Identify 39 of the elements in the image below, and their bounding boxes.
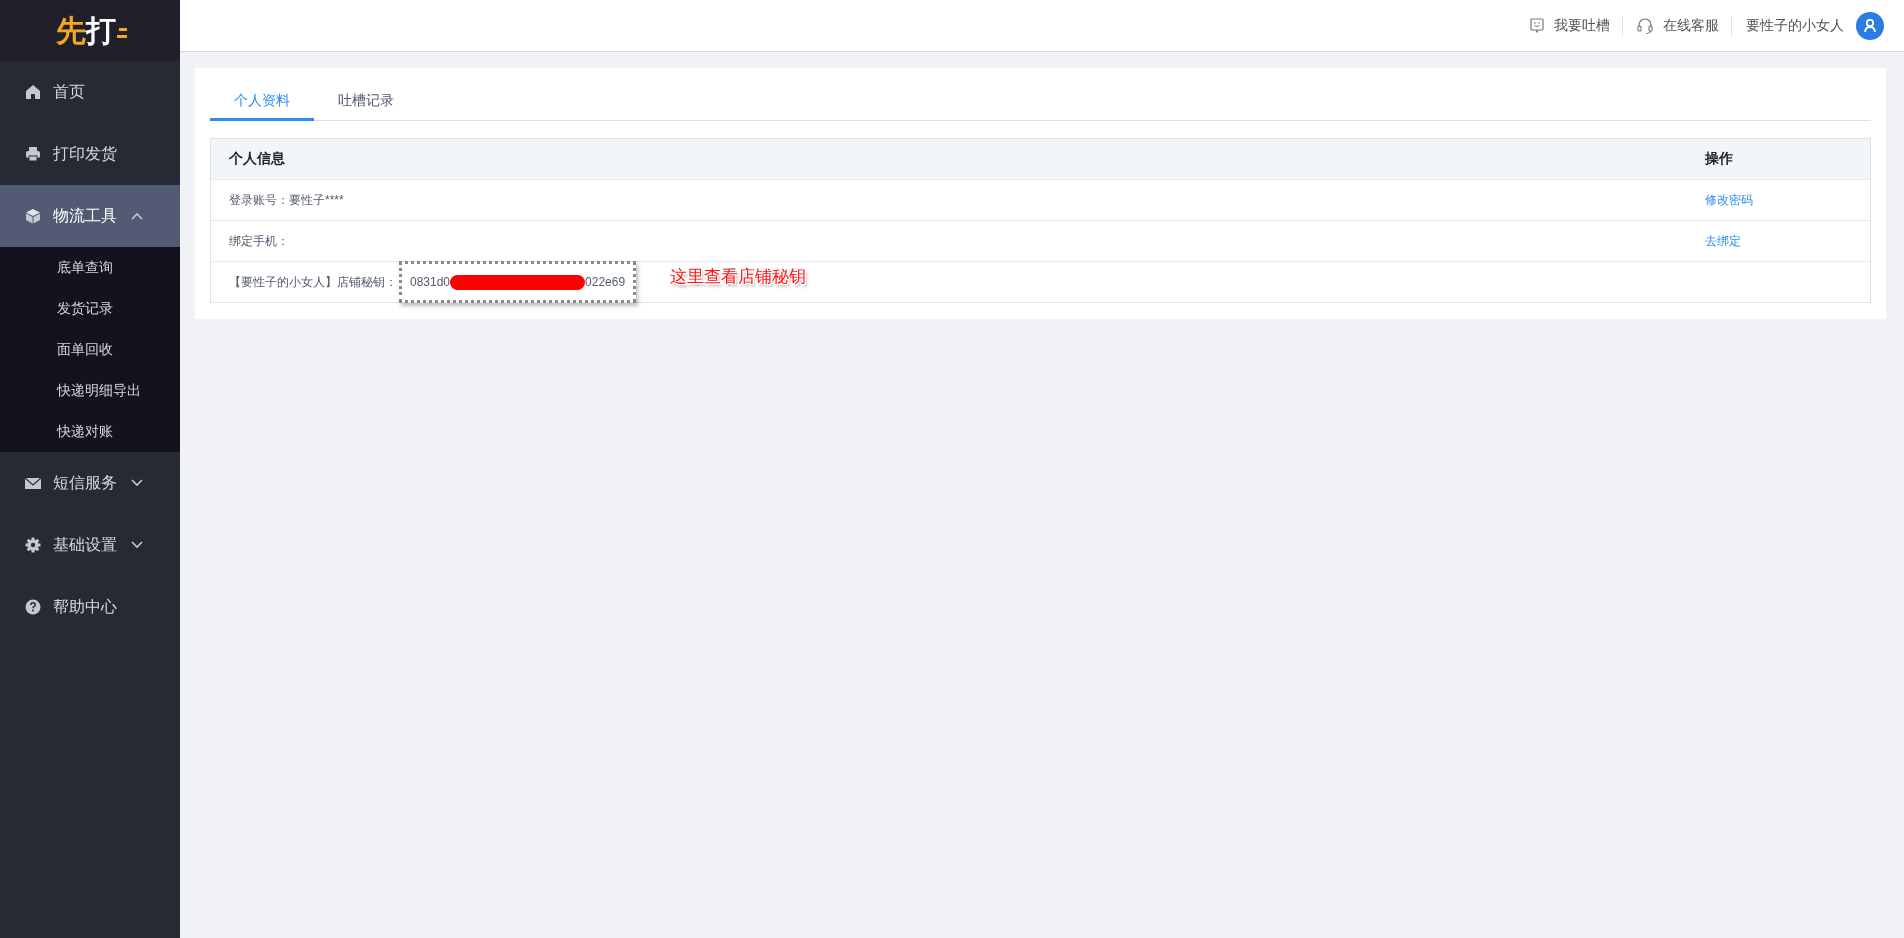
nav-item[interactable]: 短信服务: [0, 452, 180, 514]
user-name[interactable]: 要性子的小女人: [1746, 16, 1844, 35]
help-icon: [25, 599, 41, 615]
tab[interactable]: 个人资料: [210, 84, 314, 121]
key-text: 022e69: [585, 275, 626, 289]
nav-item[interactable]: 物流工具: [0, 185, 180, 247]
online-service-link[interactable]: 在线客服: [1637, 16, 1719, 35]
avatar-icon: [1856, 11, 1884, 40]
annotation-text: 这里查看店铺秘钥: [670, 264, 807, 288]
nav-item[interactable]: 帮助中心: [0, 576, 180, 638]
submenu-item[interactable]: 底单查询: [0, 247, 180, 288]
home-icon: [25, 84, 41, 100]
nav-item[interactable]: 打印发货: [0, 123, 180, 185]
gear-icon: [25, 537, 41, 553]
headset-icon: [1637, 16, 1653, 35]
table-cell: 【要性子的小女人】店铺秘钥：: [229, 273, 397, 291]
table-cell: 登录账号：要性子****: [229, 191, 344, 209]
logo: 先打: [51, 13, 129, 48]
chevron-down-icon: [131, 479, 143, 487]
chevron-down-icon: [131, 541, 143, 549]
column-header: 个人信息: [228, 149, 286, 168]
column-header: 操作: [1705, 149, 1734, 168]
nav-item[interactable]: 首页: [0, 61, 180, 123]
table-cell: 绑定手机：: [229, 232, 289, 250]
key-text: 0831d0: [410, 275, 451, 289]
cube-icon: [25, 208, 41, 224]
action-link[interactable]: 修改密码: [1705, 191, 1753, 209]
submenu-item[interactable]: 快递对账: [0, 411, 180, 452]
action-link[interactable]: 去绑定: [1705, 232, 1741, 250]
submenu-item[interactable]: 面单回收: [0, 329, 180, 370]
envelope-icon: [25, 475, 41, 491]
submenu-item[interactable]: 快递明细导出: [0, 370, 180, 411]
nav-item[interactable]: 基础设置: [0, 514, 180, 576]
tab[interactable]: 吐槽记录: [314, 84, 418, 121]
printer-icon: [25, 146, 41, 162]
submenu-item[interactable]: 发货记录: [0, 288, 180, 329]
smiley-bubble-icon: [1530, 17, 1544, 34]
feedback-link[interactable]: 我要吐槽: [1530, 16, 1610, 35]
chevron-up-icon: [131, 212, 143, 220]
